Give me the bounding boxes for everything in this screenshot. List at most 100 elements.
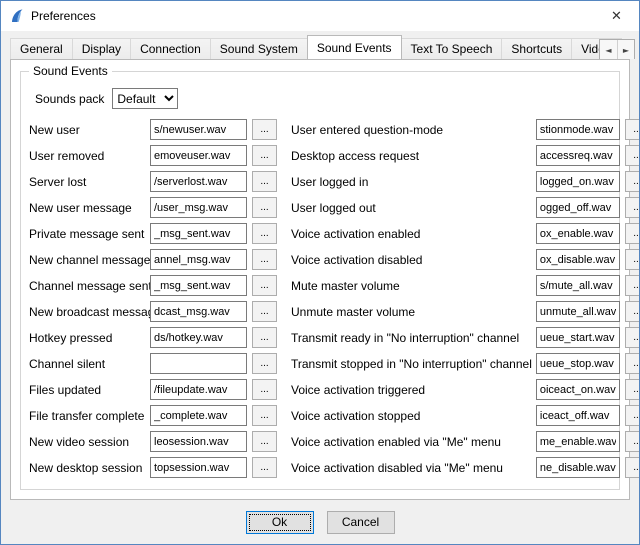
- sound-event-row: User logged in...: [291, 171, 640, 192]
- sound-file-input[interactable]: [150, 171, 247, 192]
- tab-connection[interactable]: Connection: [130, 38, 211, 59]
- sound-file-input[interactable]: [150, 275, 247, 296]
- sound-event-row: New video session...: [29, 431, 277, 452]
- tab-strip: GeneralDisplayConnectionSound SystemSoun…: [1, 31, 639, 59]
- sound-file-input[interactable]: [536, 275, 620, 296]
- browse-button[interactable]: ...: [625, 431, 640, 452]
- sound-file-input[interactable]: [150, 431, 247, 452]
- sound-file-input[interactable]: [536, 457, 620, 478]
- browse-button[interactable]: ...: [252, 405, 277, 426]
- sound-file-input[interactable]: [536, 379, 620, 400]
- browse-button[interactable]: ...: [625, 405, 640, 426]
- window-title: Preferences: [31, 9, 96, 23]
- browse-button[interactable]: ...: [252, 197, 277, 218]
- sound-event-label: Desktop access request: [291, 149, 536, 163]
- app-icon: [9, 8, 25, 24]
- tab-scroll-right-icon[interactable]: ►: [617, 40, 634, 59]
- sound-file-input[interactable]: [536, 405, 620, 426]
- title-bar: Preferences ✕: [1, 1, 639, 31]
- tab-page-sound-events: Sound Events Sounds pack Default New use…: [10, 59, 630, 500]
- sound-file-input[interactable]: [150, 353, 247, 374]
- tab-display[interactable]: Display: [72, 38, 131, 59]
- dialog-footer: Ok Cancel: [1, 500, 639, 544]
- browse-button[interactable]: ...: [252, 119, 277, 140]
- sound-event-label: Transmit ready in "No interruption" chan…: [291, 331, 536, 345]
- sound-event-label: Server lost: [29, 175, 150, 189]
- sound-file-input[interactable]: [536, 223, 620, 244]
- sound-file-input[interactable]: [536, 145, 620, 166]
- browse-button[interactable]: ...: [625, 119, 640, 140]
- sound-event-columns: New user...User removed...Server lost...…: [29, 119, 611, 483]
- ok-button[interactable]: Ok: [246, 511, 314, 534]
- browse-button[interactable]: ...: [625, 301, 640, 322]
- sound-event-row: Voice activation stopped...: [291, 405, 640, 426]
- browse-button[interactable]: ...: [252, 223, 277, 244]
- browse-button[interactable]: ...: [625, 223, 640, 244]
- sound-event-row: Transmit ready in "No interruption" chan…: [291, 327, 640, 348]
- browse-button[interactable]: ...: [625, 275, 640, 296]
- tab-general[interactable]: General: [10, 38, 73, 59]
- sound-file-input[interactable]: [150, 145, 247, 166]
- tab-sound-system[interactable]: Sound System: [210, 38, 308, 59]
- sound-event-label: User removed: [29, 149, 150, 163]
- sound-file-input[interactable]: [150, 327, 247, 348]
- browse-button[interactable]: ...: [252, 249, 277, 270]
- tab-list: GeneralDisplayConnectionSound SystemSoun…: [10, 38, 639, 59]
- browse-button[interactable]: ...: [625, 353, 640, 374]
- sound-file-input[interactable]: [150, 197, 247, 218]
- sound-file-input[interactable]: [150, 405, 247, 426]
- cancel-button[interactable]: Cancel: [327, 511, 395, 534]
- sound-file-input[interactable]: [536, 431, 620, 452]
- browse-button[interactable]: ...: [252, 171, 277, 192]
- sound-file-input[interactable]: [536, 327, 620, 348]
- sound-events-left-column: New user...User removed...Server lost...…: [29, 119, 277, 483]
- sound-file-input[interactable]: [150, 223, 247, 244]
- sound-file-input[interactable]: [536, 171, 620, 192]
- browse-button[interactable]: ...: [625, 457, 640, 478]
- browse-button[interactable]: ...: [625, 197, 640, 218]
- sound-event-label: New channel message: [29, 253, 150, 267]
- sound-file-input[interactable]: [150, 379, 247, 400]
- browse-button[interactable]: ...: [252, 431, 277, 452]
- browse-button[interactable]: ...: [252, 379, 277, 400]
- sound-file-input[interactable]: [150, 457, 247, 478]
- browse-button[interactable]: ...: [252, 353, 277, 374]
- browse-button[interactable]: ...: [625, 249, 640, 270]
- sound-file-input[interactable]: [536, 301, 620, 322]
- sound-event-row: New desktop session...: [29, 457, 277, 478]
- sound-file-input[interactable]: [150, 119, 247, 140]
- tab-text-to-speech[interactable]: Text To Speech: [401, 38, 503, 59]
- sound-event-label: New video session: [29, 435, 150, 449]
- browse-button[interactable]: ...: [625, 145, 640, 166]
- sound-event-label: New desktop session: [29, 461, 150, 475]
- sound-event-label: User entered question-mode: [291, 123, 536, 137]
- browse-button[interactable]: ...: [252, 327, 277, 348]
- browse-button[interactable]: ...: [625, 379, 640, 400]
- sound-event-row: Transmit stopped in "No interruption" ch…: [291, 353, 640, 374]
- browse-button[interactable]: ...: [252, 301, 277, 322]
- tab-sound-events[interactable]: Sound Events: [307, 35, 402, 59]
- tab-shortcuts[interactable]: Shortcuts: [501, 38, 572, 59]
- sound-file-input[interactable]: [536, 353, 620, 374]
- sound-file-input[interactable]: [536, 249, 620, 270]
- sound-file-input[interactable]: [536, 119, 620, 140]
- sound-event-row: Voice activation disabled via "Me" menu.…: [291, 457, 640, 478]
- sound-event-row: Channel silent...: [29, 353, 277, 374]
- browse-button[interactable]: ...: [252, 145, 277, 166]
- browse-button[interactable]: ...: [625, 171, 640, 192]
- sound-event-label: File transfer complete: [29, 409, 150, 423]
- sound-file-input[interactable]: [150, 249, 247, 270]
- sound-event-label: User logged in: [291, 175, 536, 189]
- browse-button[interactable]: ...: [252, 275, 277, 296]
- sound-event-label: Voice activation triggered: [291, 383, 536, 397]
- sound-file-input[interactable]: [150, 301, 247, 322]
- sound-event-label: User logged out: [291, 201, 536, 215]
- sounds-pack-select[interactable]: Default: [112, 88, 178, 109]
- sound-event-row: Voice activation enabled via "Me" menu..…: [291, 431, 640, 452]
- browse-button[interactable]: ...: [625, 327, 640, 348]
- sound-event-row: Voice activation disabled...: [291, 249, 640, 270]
- tab-scroll-left-icon[interactable]: ◄: [600, 40, 617, 59]
- browse-button[interactable]: ...: [252, 457, 277, 478]
- sound-file-input[interactable]: [536, 197, 620, 218]
- close-icon[interactable]: ✕: [594, 1, 639, 31]
